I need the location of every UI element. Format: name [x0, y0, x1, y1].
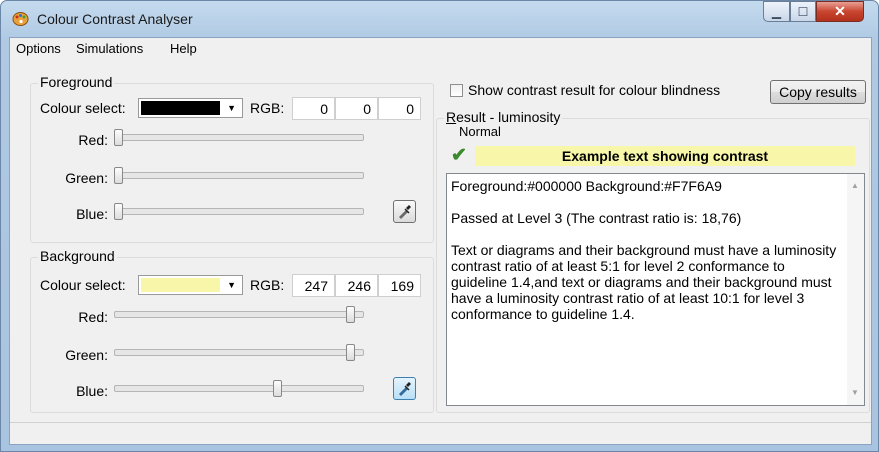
bg-red-value[interactable]: 247	[292, 274, 335, 297]
result-guideline-text: Text or diagrams and their background mu…	[451, 242, 837, 322]
result-pass-line: Passed at Level 3 (The contrast ratio is…	[451, 210, 742, 226]
bg-dropdown-arrow-icon: ▼	[227, 280, 236, 290]
fg-colour-select-label: Colour select:	[40, 100, 126, 116]
fg-eyedropper-button[interactable]	[393, 200, 416, 223]
minimize-button[interactable]: ▁	[763, 1, 790, 22]
fg-green-slider[interactable]	[114, 167, 123, 184]
result-legend-text: esult - luminosity	[456, 109, 561, 125]
background-legend: Background	[38, 248, 117, 264]
bg-green-label: Green:	[65, 347, 108, 363]
bg-eyedropper-button[interactable]	[393, 377, 416, 400]
maximize-button[interactable]: ☐	[790, 1, 816, 22]
window-title: Colour Contrast Analyser	[37, 11, 193, 27]
fg-red-track	[114, 134, 364, 141]
bg-colour-select[interactable]: ▼	[138, 275, 243, 295]
colour-blindness-checkbox[interactable]	[450, 84, 463, 97]
bg-green-value[interactable]: 246	[335, 274, 378, 297]
client-area: Options Simulations Help Foreground Colo…	[9, 37, 872, 445]
fg-blue-label: Blue:	[76, 206, 108, 222]
menu-simulations[interactable]: Simulations	[76, 41, 143, 56]
result-legend: Result - luminosity	[444, 109, 563, 125]
fg-red-slider[interactable]	[114, 129, 123, 146]
bg-rgb-label: RGB:	[250, 277, 285, 293]
menu-help[interactable]: Help	[170, 41, 197, 56]
fg-green-label: Green:	[65, 170, 108, 186]
example-contrast-text: Example text showing contrast	[475, 146, 855, 166]
status-bar	[10, 422, 871, 444]
bg-colour-select-label: Colour select:	[40, 277, 126, 293]
app-window: Colour Contrast Analyser ▁ ☐ ✕ Options S…	[0, 0, 879, 452]
menu-bar: Options Simulations Help	[10, 38, 871, 58]
bg-red-slider[interactable]	[346, 306, 356, 323]
bg-blue-label: Blue:	[76, 383, 108, 399]
fg-blue-value[interactable]: 0	[378, 97, 421, 120]
bg-red-label: Red:	[78, 309, 108, 325]
fg-red-label: Red:	[78, 132, 108, 148]
fg-colour-select[interactable]: ▼	[138, 98, 243, 118]
fg-colour-swatch	[141, 101, 220, 115]
palette-icon	[12, 12, 29, 26]
menu-options[interactable]: Options	[16, 41, 61, 56]
fg-green-track	[114, 172, 364, 179]
fg-dropdown-arrow-icon: ▼	[227, 103, 236, 113]
bg-blue-slider[interactable]	[273, 380, 283, 397]
result-legend-accesskey: R	[446, 109, 457, 125]
minimize-icon: ▁	[771, 4, 782, 19]
fg-red-value[interactable]: 0	[292, 97, 335, 120]
eyedropper-icon	[399, 382, 411, 396]
close-button[interactable]: ✕	[816, 1, 864, 22]
fg-green-value[interactable]: 0	[335, 97, 378, 120]
result-colours-line: Foreground:#000000 Background:#F7F6A9	[451, 178, 722, 194]
bg-blue-track	[114, 385, 364, 392]
foreground-legend: Foreground	[38, 74, 115, 90]
bg-blue-value[interactable]: 169	[378, 274, 421, 297]
normal-label: Normal	[459, 124, 501, 139]
scroll-up-icon: ▲	[851, 181, 859, 190]
bg-colour-swatch	[141, 278, 220, 292]
close-icon: ✕	[834, 3, 846, 19]
result-details-textarea[interactable]: Foreground:#000000 Background:#F7F6A9 Pa…	[446, 173, 865, 406]
result-scrollbar[interactable]: ▲ ▼	[847, 174, 864, 405]
scroll-down-icon: ▼	[851, 388, 859, 397]
bg-red-track	[114, 311, 364, 318]
eyedropper-icon	[399, 205, 411, 219]
maximize-icon: ☐	[797, 4, 809, 19]
bg-green-slider[interactable]	[345, 344, 355, 361]
fg-blue-track	[114, 208, 364, 215]
bg-green-track	[114, 349, 364, 356]
fg-rgb-label: RGB:	[250, 100, 285, 116]
copy-results-button[interactable]: Copy results	[770, 80, 866, 104]
pass-check-icon: ✔	[451, 145, 467, 166]
colour-blindness-label[interactable]: Show contrast result for colour blindnes…	[468, 82, 720, 98]
fg-blue-slider[interactable]	[114, 203, 123, 220]
title-bar[interactable]: Colour Contrast Analyser ▁ ☐ ✕	[1, 1, 878, 37]
